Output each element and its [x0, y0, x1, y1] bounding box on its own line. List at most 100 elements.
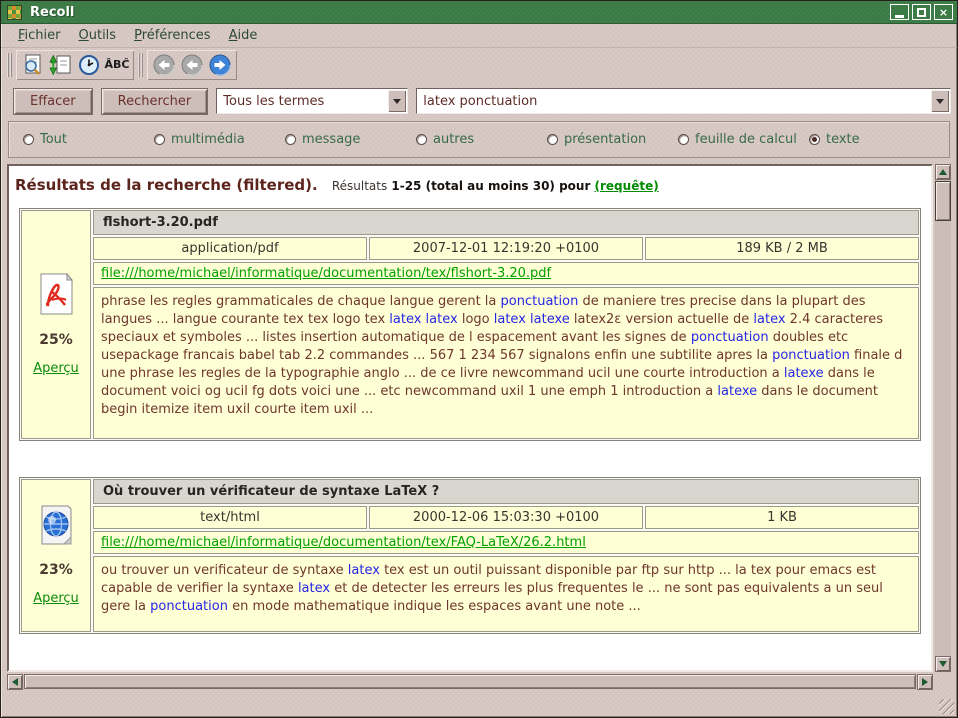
triangle-down-icon: [939, 661, 947, 671]
highlighted-term: ponctuation: [501, 294, 579, 309]
filter-label: message: [302, 132, 360, 147]
next-page-button[interactable]: [207, 52, 233, 78]
scroll-right-button[interactable]: [917, 674, 933, 690]
result-gap: [13, 441, 927, 469]
filter-radio-message[interactable]: message: [285, 132, 416, 147]
result-size: 189 KB / 2 MB: [645, 237, 919, 260]
document-search-icon: [21, 53, 45, 77]
snippet-text: logo: [458, 312, 494, 327]
radio-unselected-icon[interactable]: [547, 134, 558, 145]
results-zone: Résultats de la recherche (filtered). Ré…: [7, 164, 951, 689]
snippet-text: latex2ε version actuelle de: [570, 312, 754, 327]
filter-radio-autres[interactable]: autres: [416, 132, 547, 147]
radio-selected-icon[interactable]: [809, 134, 820, 145]
menu-item-fichier[interactable]: Fichier: [9, 25, 70, 46]
maximize-icon: [917, 8, 926, 17]
query-link[interactable]: (requête): [595, 179, 659, 193]
clear-button[interactable]: Effacer: [13, 88, 93, 115]
status-bar: [1, 689, 957, 717]
category-filter-bar: Tout multimédia message autres présentationf…: [8, 121, 950, 158]
menu-item-aide[interactable]: Aide: [220, 25, 267, 46]
filter-label: multimédia: [171, 132, 245, 147]
result-mime: application/pdf: [93, 237, 367, 260]
horizontal-scrollbar[interactable]: [7, 674, 933, 689]
search-type-select[interactable]: Tous les termes: [216, 88, 408, 114]
toolbar: ÂBĈ: [1, 48, 957, 81]
triangle-left-icon: [8, 678, 18, 686]
horizontal-scrollbar-thumb[interactable]: [24, 674, 916, 689]
minimize-button[interactable]: [890, 4, 909, 20]
highlighted-term: latexe: [717, 384, 757, 399]
highlighted-term: latex latex: [389, 312, 457, 327]
filter-label: autres: [433, 132, 474, 147]
close-button[interactable]: ×: [934, 4, 953, 20]
filter-radio-texte[interactable]: texte: [809, 132, 860, 147]
document-history-button[interactable]: [76, 52, 102, 78]
radio-unselected-icon[interactable]: [23, 134, 34, 145]
result-card: 23% Aperçu Où trouver un vérificateur de s…: [19, 477, 921, 634]
menu-item-preferences[interactable]: Préférences: [125, 25, 219, 46]
result-meta-row: text/html2000-12-06 15:03:30 +01001 KB: [93, 506, 919, 529]
highlighted-term: ponctuation: [691, 330, 769, 345]
triangle-up-icon: [939, 165, 947, 175]
first-page-button[interactable]: [151, 52, 177, 78]
html-file-icon: [38, 505, 74, 549]
search-button[interactable]: Rechercher: [101, 88, 209, 115]
chevron-down-icon[interactable]: [388, 90, 406, 112]
search-type-value: Tous les termes: [217, 89, 387, 113]
result-url-link[interactable]: file:///home/michael/informatique/docume…: [101, 535, 586, 550]
results-count: 1-25 (total au moins 30) pour: [391, 179, 590, 193]
highlighted-term: latex: [298, 581, 330, 596]
filter-radio-presentation[interactable]: présentation: [547, 132, 678, 147]
highlighted-term: ponctuation: [150, 599, 228, 614]
query-input[interactable]: [417, 89, 930, 113]
preview-link[interactable]: Aperçu: [33, 361, 79, 376]
snippet-text: ou trouver un verificateur de syntaxe: [101, 563, 348, 578]
advanced-search-button[interactable]: [20, 52, 46, 78]
preview-link[interactable]: Aperçu: [33, 591, 79, 606]
result-url-row: file:///home/michael/informatique/docume…: [93, 262, 919, 285]
minimize-icon: [895, 15, 904, 18]
filter-radio-feuille-de-calcul[interactable]: feuille de calcul: [678, 132, 809, 147]
snippet-text: phrase les regles grammaticales de chaqu…: [101, 294, 501, 309]
relevance-percent: 23%: [39, 562, 73, 578]
result-title: flshort-3.20.pdf: [93, 210, 919, 235]
toolbar-handle[interactable]: [138, 53, 143, 77]
pdf-file-icon: [38, 273, 74, 319]
menu-bar: FichierOutilsPréférencesAide: [1, 24, 957, 48]
radio-unselected-icon[interactable]: [678, 134, 689, 145]
radio-unselected-icon[interactable]: [154, 134, 165, 145]
resize-grip[interactable]: [939, 699, 954, 714]
scroll-left-button[interactable]: [7, 674, 23, 690]
radio-unselected-icon[interactable]: [285, 134, 296, 145]
term-explorer-button[interactable]: ÂBĈ: [104, 52, 130, 78]
chevron-down-icon[interactable]: [931, 90, 949, 112]
result-main: Où trouver un vérificateur de syntaxe La…: [93, 479, 919, 632]
title-bar[interactable]: Recoll ×: [1, 1, 957, 24]
previous-page-button[interactable]: [179, 52, 205, 78]
filter-radio-tout[interactable]: Tout: [23, 132, 154, 147]
radio-unselected-icon[interactable]: [416, 134, 427, 145]
results-title: Résultats de la recherche (filtered).: [15, 176, 318, 194]
result-url-row: file:///home/michael/informatique/docume…: [93, 531, 919, 554]
result-url-link[interactable]: file:///home/michael/informatique/docume…: [101, 266, 551, 281]
arrow-right-icon: [208, 53, 232, 77]
result-card: 25%Aperçuflshort-3.20.pdfapplication/pdf…: [19, 208, 921, 441]
menu-item-outils[interactable]: Outils: [70, 25, 126, 46]
app-icon: [7, 5, 22, 20]
snippet-text: en mode mathematique indique les espaces…: [228, 599, 641, 614]
query-combobox[interactable]: [416, 88, 951, 114]
spelling-icon: ÂBĈ: [105, 58, 130, 71]
sort-parameters-button[interactable]: [48, 52, 74, 78]
toolbar-handle[interactable]: [7, 53, 12, 77]
filter-label: Tout: [40, 132, 67, 147]
scroll-up-button[interactable]: [935, 164, 951, 180]
window-title: Recoll: [30, 5, 74, 20]
filter-radio-multimedia[interactable]: multimédia: [154, 132, 285, 147]
result-size: 1 KB: [645, 506, 919, 529]
vertical-scrollbar[interactable]: [935, 164, 951, 672]
vertical-scrollbar-thumb[interactable]: [935, 181, 951, 221]
scroll-down-button[interactable]: [935, 656, 951, 672]
recoll-window: Recoll × FichierOutilsPréférencesAide: [0, 0, 958, 718]
maximize-button[interactable]: [912, 4, 931, 20]
